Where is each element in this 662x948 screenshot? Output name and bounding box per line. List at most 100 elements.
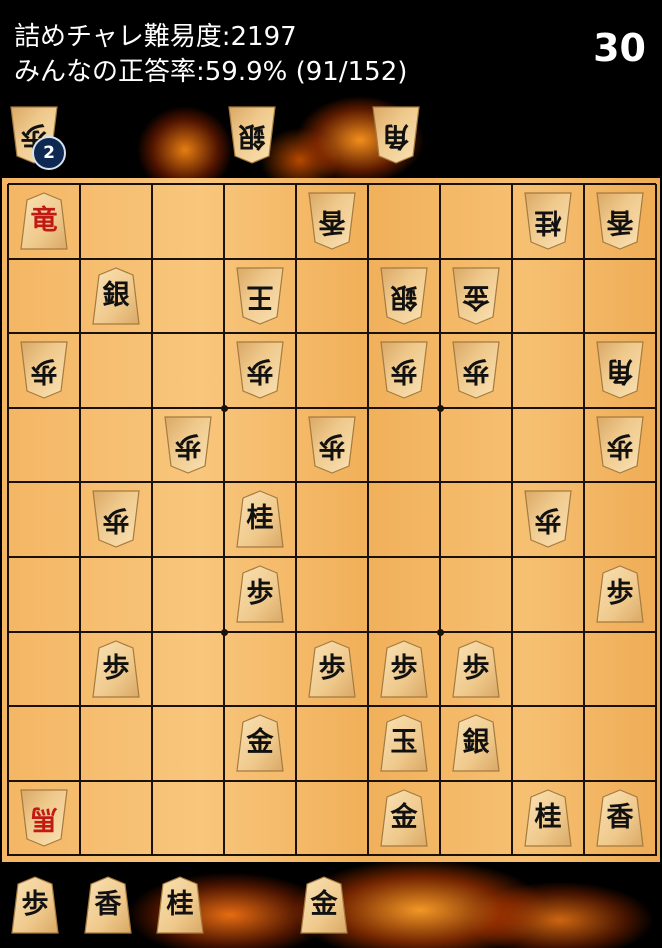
piece-label: 歩 bbox=[246, 578, 274, 609]
piece-label: 銀 bbox=[462, 727, 490, 758]
hand-piece[interactable]: 銀 bbox=[227, 104, 277, 166]
shogi-piece[interactable]: 歩 bbox=[379, 340, 429, 400]
board-square[interactable]: 銀 bbox=[368, 259, 440, 333]
piece-label: 香 bbox=[318, 206, 346, 237]
shogi-piece[interactable]: 歩 bbox=[523, 489, 573, 549]
shogi-piece[interactable]: 歩 bbox=[10, 875, 60, 935]
board-square[interactable]: 歩 bbox=[152, 408, 224, 482]
shogi-piece[interactable]: 王 bbox=[235, 266, 285, 326]
board-square[interactable]: 歩 bbox=[296, 408, 368, 482]
board-square[interactable]: 玉 bbox=[368, 706, 440, 780]
hand-piece[interactable]: 歩 bbox=[10, 874, 60, 936]
shogi-piece[interactable]: 歩 bbox=[307, 639, 357, 699]
board-square[interactable]: 歩 bbox=[584, 557, 656, 631]
board-square[interactable]: 王 bbox=[224, 259, 296, 333]
shogi-piece[interactable]: 歩 bbox=[163, 415, 213, 475]
piece-label: 金 bbox=[462, 281, 490, 312]
piece-label: 歩 bbox=[174, 430, 202, 461]
shogi-piece[interactable]: 桂 bbox=[523, 788, 573, 848]
shogi-piece[interactable]: 歩 bbox=[379, 639, 429, 699]
board-square[interactable]: 金 bbox=[368, 781, 440, 855]
shogi-piece[interactable]: 銀 bbox=[451, 713, 501, 773]
shogi-piece[interactable]: 桂 bbox=[155, 875, 205, 935]
piece-label: 香 bbox=[606, 206, 634, 237]
board-square[interactable]: 桂 bbox=[512, 184, 584, 258]
board-square[interactable]: 金 bbox=[224, 706, 296, 780]
shogi-piece[interactable]: 歩 bbox=[235, 564, 285, 624]
board-square[interactable]: 歩 bbox=[80, 632, 152, 706]
piece-label: 王 bbox=[246, 281, 274, 312]
board-square[interactable]: 歩 bbox=[80, 482, 152, 556]
puzzle-info: 詰めチャレ難易度:2197 みんなの正答率:59.9% (91/152) bbox=[14, 20, 407, 90]
shogi-piece[interactable]: 桂 bbox=[523, 191, 573, 251]
board-square[interactable]: 桂 bbox=[224, 482, 296, 556]
shogi-piece[interactable]: 香 bbox=[595, 191, 645, 251]
shogi-piece[interactable]: 歩 bbox=[595, 564, 645, 624]
board-square[interactable]: 銀 bbox=[80, 259, 152, 333]
board-square[interactable]: 銀 bbox=[440, 706, 512, 780]
board-square[interactable]: 桂 bbox=[512, 781, 584, 855]
shogi-piece[interactable]: 歩 bbox=[235, 340, 285, 400]
shogi-piece[interactable]: 歩 bbox=[451, 340, 501, 400]
hand-count-badge: 2 bbox=[32, 136, 66, 170]
board-square[interactable]: 歩 bbox=[440, 632, 512, 706]
shogi-piece[interactable]: 香 bbox=[595, 788, 645, 848]
hand-piece[interactable]: 金 bbox=[299, 874, 349, 936]
board-square[interactable]: 竜 bbox=[8, 184, 80, 258]
board-square[interactable]: 香 bbox=[584, 781, 656, 855]
shogi-piece[interactable]: 香 bbox=[307, 191, 357, 251]
board-square[interactable]: 馬 bbox=[8, 781, 80, 855]
piece-label: 歩 bbox=[390, 355, 418, 386]
piece-label: 金 bbox=[246, 727, 274, 758]
piece-label: 桂 bbox=[166, 889, 194, 920]
piece-label: 歩 bbox=[534, 504, 562, 535]
piece-label: 歩 bbox=[318, 653, 346, 684]
shogi-piece[interactable]: 角 bbox=[595, 340, 645, 400]
shogi-piece[interactable]: 竜 bbox=[19, 191, 69, 251]
shogi-piece[interactable]: 銀 bbox=[379, 266, 429, 326]
shogi-piece[interactable]: 玉 bbox=[379, 713, 429, 773]
piece-label: 歩 bbox=[318, 430, 346, 461]
hand-piece[interactable]: 香 bbox=[83, 874, 133, 936]
piece-label: 歩 bbox=[102, 653, 130, 684]
board-square[interactable]: 歩 bbox=[368, 333, 440, 407]
shogi-piece[interactable]: 桂 bbox=[235, 489, 285, 549]
piece-label: 歩 bbox=[606, 430, 634, 461]
board-square[interactable]: 歩 bbox=[512, 482, 584, 556]
shogi-board[interactable]: 竜香桂香銀王銀金歩歩歩歩角歩歩歩歩桂歩歩歩歩歩歩歩金玉銀馬金桂香 bbox=[2, 178, 660, 862]
board-square[interactable]: 香 bbox=[584, 184, 656, 258]
shogi-piece[interactable]: 歩 bbox=[595, 415, 645, 475]
board-square[interactable]: 金 bbox=[440, 259, 512, 333]
shogi-piece[interactable]: 金 bbox=[299, 875, 349, 935]
piece-label: 歩 bbox=[21, 889, 49, 920]
shogi-piece[interactable]: 香 bbox=[83, 875, 133, 935]
board-square[interactable]: 歩 bbox=[224, 333, 296, 407]
board-square[interactable]: 歩 bbox=[584, 408, 656, 482]
hand-piece[interactable]: 桂 bbox=[155, 874, 205, 936]
piece-label: 銀 bbox=[390, 281, 418, 312]
hand-piece[interactable]: 角 bbox=[371, 104, 421, 166]
board-square[interactable]: 歩 bbox=[296, 632, 368, 706]
shogi-piece[interactable]: 歩 bbox=[451, 639, 501, 699]
shogi-piece[interactable]: 金 bbox=[451, 266, 501, 326]
board-square[interactable]: 歩 bbox=[440, 333, 512, 407]
shogi-piece[interactable]: 歩 bbox=[91, 489, 141, 549]
shogi-piece[interactable]: 歩 bbox=[19, 340, 69, 400]
board-square[interactable]: 角 bbox=[584, 333, 656, 407]
board-square[interactable]: 歩 bbox=[8, 333, 80, 407]
piece-label: 竜 bbox=[30, 205, 58, 236]
shogi-piece[interactable]: 歩 bbox=[307, 415, 357, 475]
grid-line bbox=[8, 556, 656, 558]
shogi-piece[interactable]: 金 bbox=[235, 713, 285, 773]
board-square[interactable]: 香 bbox=[296, 184, 368, 258]
shogi-piece[interactable]: 金 bbox=[379, 788, 429, 848]
shogi-piece[interactable]: 銀 bbox=[91, 266, 141, 326]
shogi-piece[interactable]: 角 bbox=[371, 105, 421, 165]
shogi-piece[interactable]: 銀 bbox=[227, 105, 277, 165]
board-square[interactable]: 歩 bbox=[368, 632, 440, 706]
piece-label: 歩 bbox=[606, 578, 634, 609]
piece-label: 歩 bbox=[390, 653, 418, 684]
board-square[interactable]: 歩 bbox=[224, 557, 296, 631]
shogi-piece[interactable]: 馬 bbox=[19, 788, 69, 848]
shogi-piece[interactable]: 歩 bbox=[91, 639, 141, 699]
